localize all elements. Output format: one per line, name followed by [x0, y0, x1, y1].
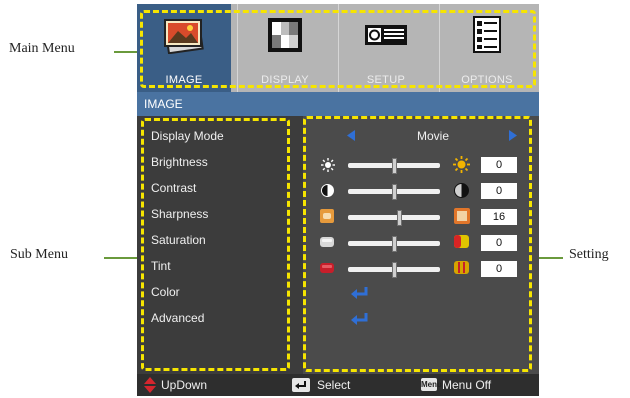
osd-menu: IMAGE DISPLAY SETUP OPTIONS IMAGE Displa… [137, 4, 539, 396]
sub-menu-label: Sub Menu [10, 247, 68, 262]
menu-title-bar: IMAGE [137, 92, 539, 116]
osd-footer: UpDown Select Menu Menu Off [137, 374, 539, 396]
updown-icon [144, 377, 156, 393]
select-hint: Select [317, 378, 351, 392]
menu-title: IMAGE [144, 97, 183, 111]
main-menu-highlight [140, 10, 536, 88]
sub-menu-highlight [141, 118, 290, 371]
updown-hint: UpDown [161, 378, 208, 392]
main-menu-label: Main Menu [9, 41, 75, 56]
setting-label: Setting [569, 247, 609, 262]
menu-off-hint: Menu Off [442, 378, 492, 392]
menu-key-icon: Menu [421, 378, 442, 391]
setting-highlight [303, 116, 532, 372]
enter-key-icon [292, 378, 310, 392]
